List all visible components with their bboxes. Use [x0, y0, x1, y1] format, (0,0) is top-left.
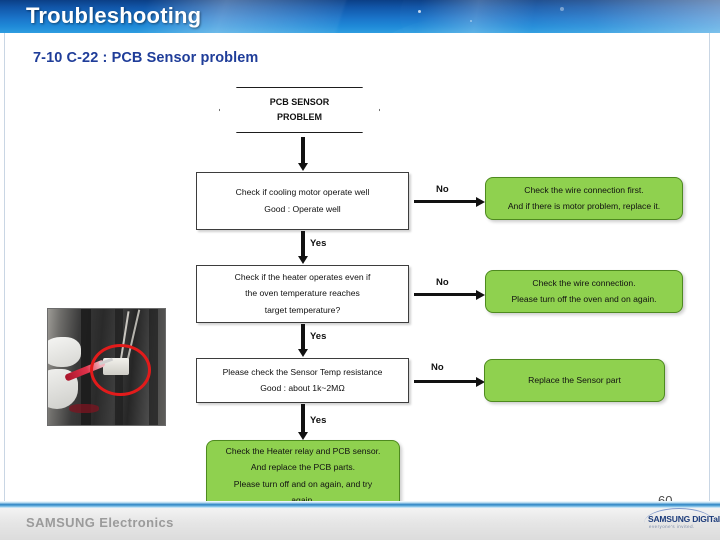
step-line-1: Check if cooling motor operate well: [235, 187, 370, 198]
flowchart-step-check-heater: Check if the heater operates even if the…: [196, 265, 409, 323]
photo-gloved-hand: [48, 336, 81, 367]
header-banner: Troubleshooting: [0, 0, 720, 33]
edge-label-no: No: [431, 362, 444, 373]
samsung-digitall-logo: SAMSUNG DIGITall everyone's invited.: [644, 508, 720, 534]
start-node-line-1: PCB SENSOR: [269, 96, 330, 107]
arrow-head: [476, 289, 485, 300]
step-line-3: target temperature?: [264, 304, 341, 315]
result-line-2: And if there is motor problem, replace i…: [507, 201, 661, 211]
final-line-1: Check the Heater relay and PCB sensor.: [225, 446, 381, 457]
step-line-1: Please check the Sensor Temp resistance: [222, 366, 383, 377]
edge-label-yes: Yes: [310, 415, 327, 426]
arrow-shaft: [301, 137, 305, 163]
step-line-1: Check if the heater operates even if: [234, 272, 371, 283]
arrow-shaft: [414, 293, 476, 296]
logo-sub-text: everyone's invited.: [649, 524, 695, 529]
flowchart-start-node: PCB SENSOR PROBLEM: [219, 87, 380, 133]
logo-main-text: SAMSUNG DIGITall: [648, 514, 720, 524]
final-line-2: And replace the PCB parts.: [250, 462, 356, 473]
arrow-head: [298, 163, 308, 171]
flowchart-result-replace-sensor: Replace the Sensor part: [484, 359, 665, 402]
result-line-2: Please turn off the oven and on again.: [511, 294, 657, 304]
flowchart-step-check-sensor: Please check the Sensor Temp resistance …: [196, 358, 409, 403]
edge-label-yes: Yes: [310, 331, 327, 342]
arrow-head: [298, 256, 308, 264]
header-decoration-spark: [418, 10, 421, 13]
arrow-head: [298, 432, 308, 440]
flowchart-result-wire-oven: Check the wire connection. Please turn o…: [485, 270, 683, 313]
flowchart-result-wire-motor: Check the wire connection first. And if …: [485, 177, 683, 220]
edge-label-no: No: [436, 277, 449, 288]
flowchart-step-check-motor: Check if cooling motor operate well Good…: [196, 172, 409, 230]
result-line-1: Check the wire connection.: [532, 277, 636, 288]
result-line-1: Check the wire connection first.: [524, 184, 644, 195]
footer-divider: [0, 501, 720, 508]
start-node-line-2: PROBLEM: [277, 112, 322, 122]
result-line-1: Replace the Sensor part: [528, 374, 621, 385]
arrow-shaft: [414, 380, 476, 383]
photo-background-detail: [69, 404, 100, 414]
arrow-shaft: [301, 324, 305, 349]
header-decoration-spark: [470, 20, 472, 22]
final-line-3: Please turn off and on again, and try: [233, 478, 373, 489]
edge-label-no: No: [436, 184, 449, 195]
edge-label-yes: Yes: [310, 238, 327, 249]
arrow-head: [476, 196, 485, 207]
arrow-head: [298, 349, 308, 357]
header-title: Troubleshooting: [26, 3, 202, 28]
step-line-2: Good : Operate well: [264, 203, 341, 214]
sensor-photo: [47, 308, 166, 426]
arrow-shaft: [301, 404, 305, 432]
arrow-shaft: [301, 231, 305, 256]
step-line-2: the oven temperature reaches: [245, 288, 360, 299]
arrow-shaft: [414, 200, 476, 203]
footer-brand-text: SAMSUNG Electronics: [26, 515, 174, 530]
photo-red-circle-annotation: [90, 343, 152, 397]
header-decoration-spark: [560, 7, 564, 11]
step-line-2: Good : about 1k~2MΩ: [260, 383, 345, 393]
page-title: 7-10 C-22 : PCB Sensor problem: [33, 50, 259, 66]
